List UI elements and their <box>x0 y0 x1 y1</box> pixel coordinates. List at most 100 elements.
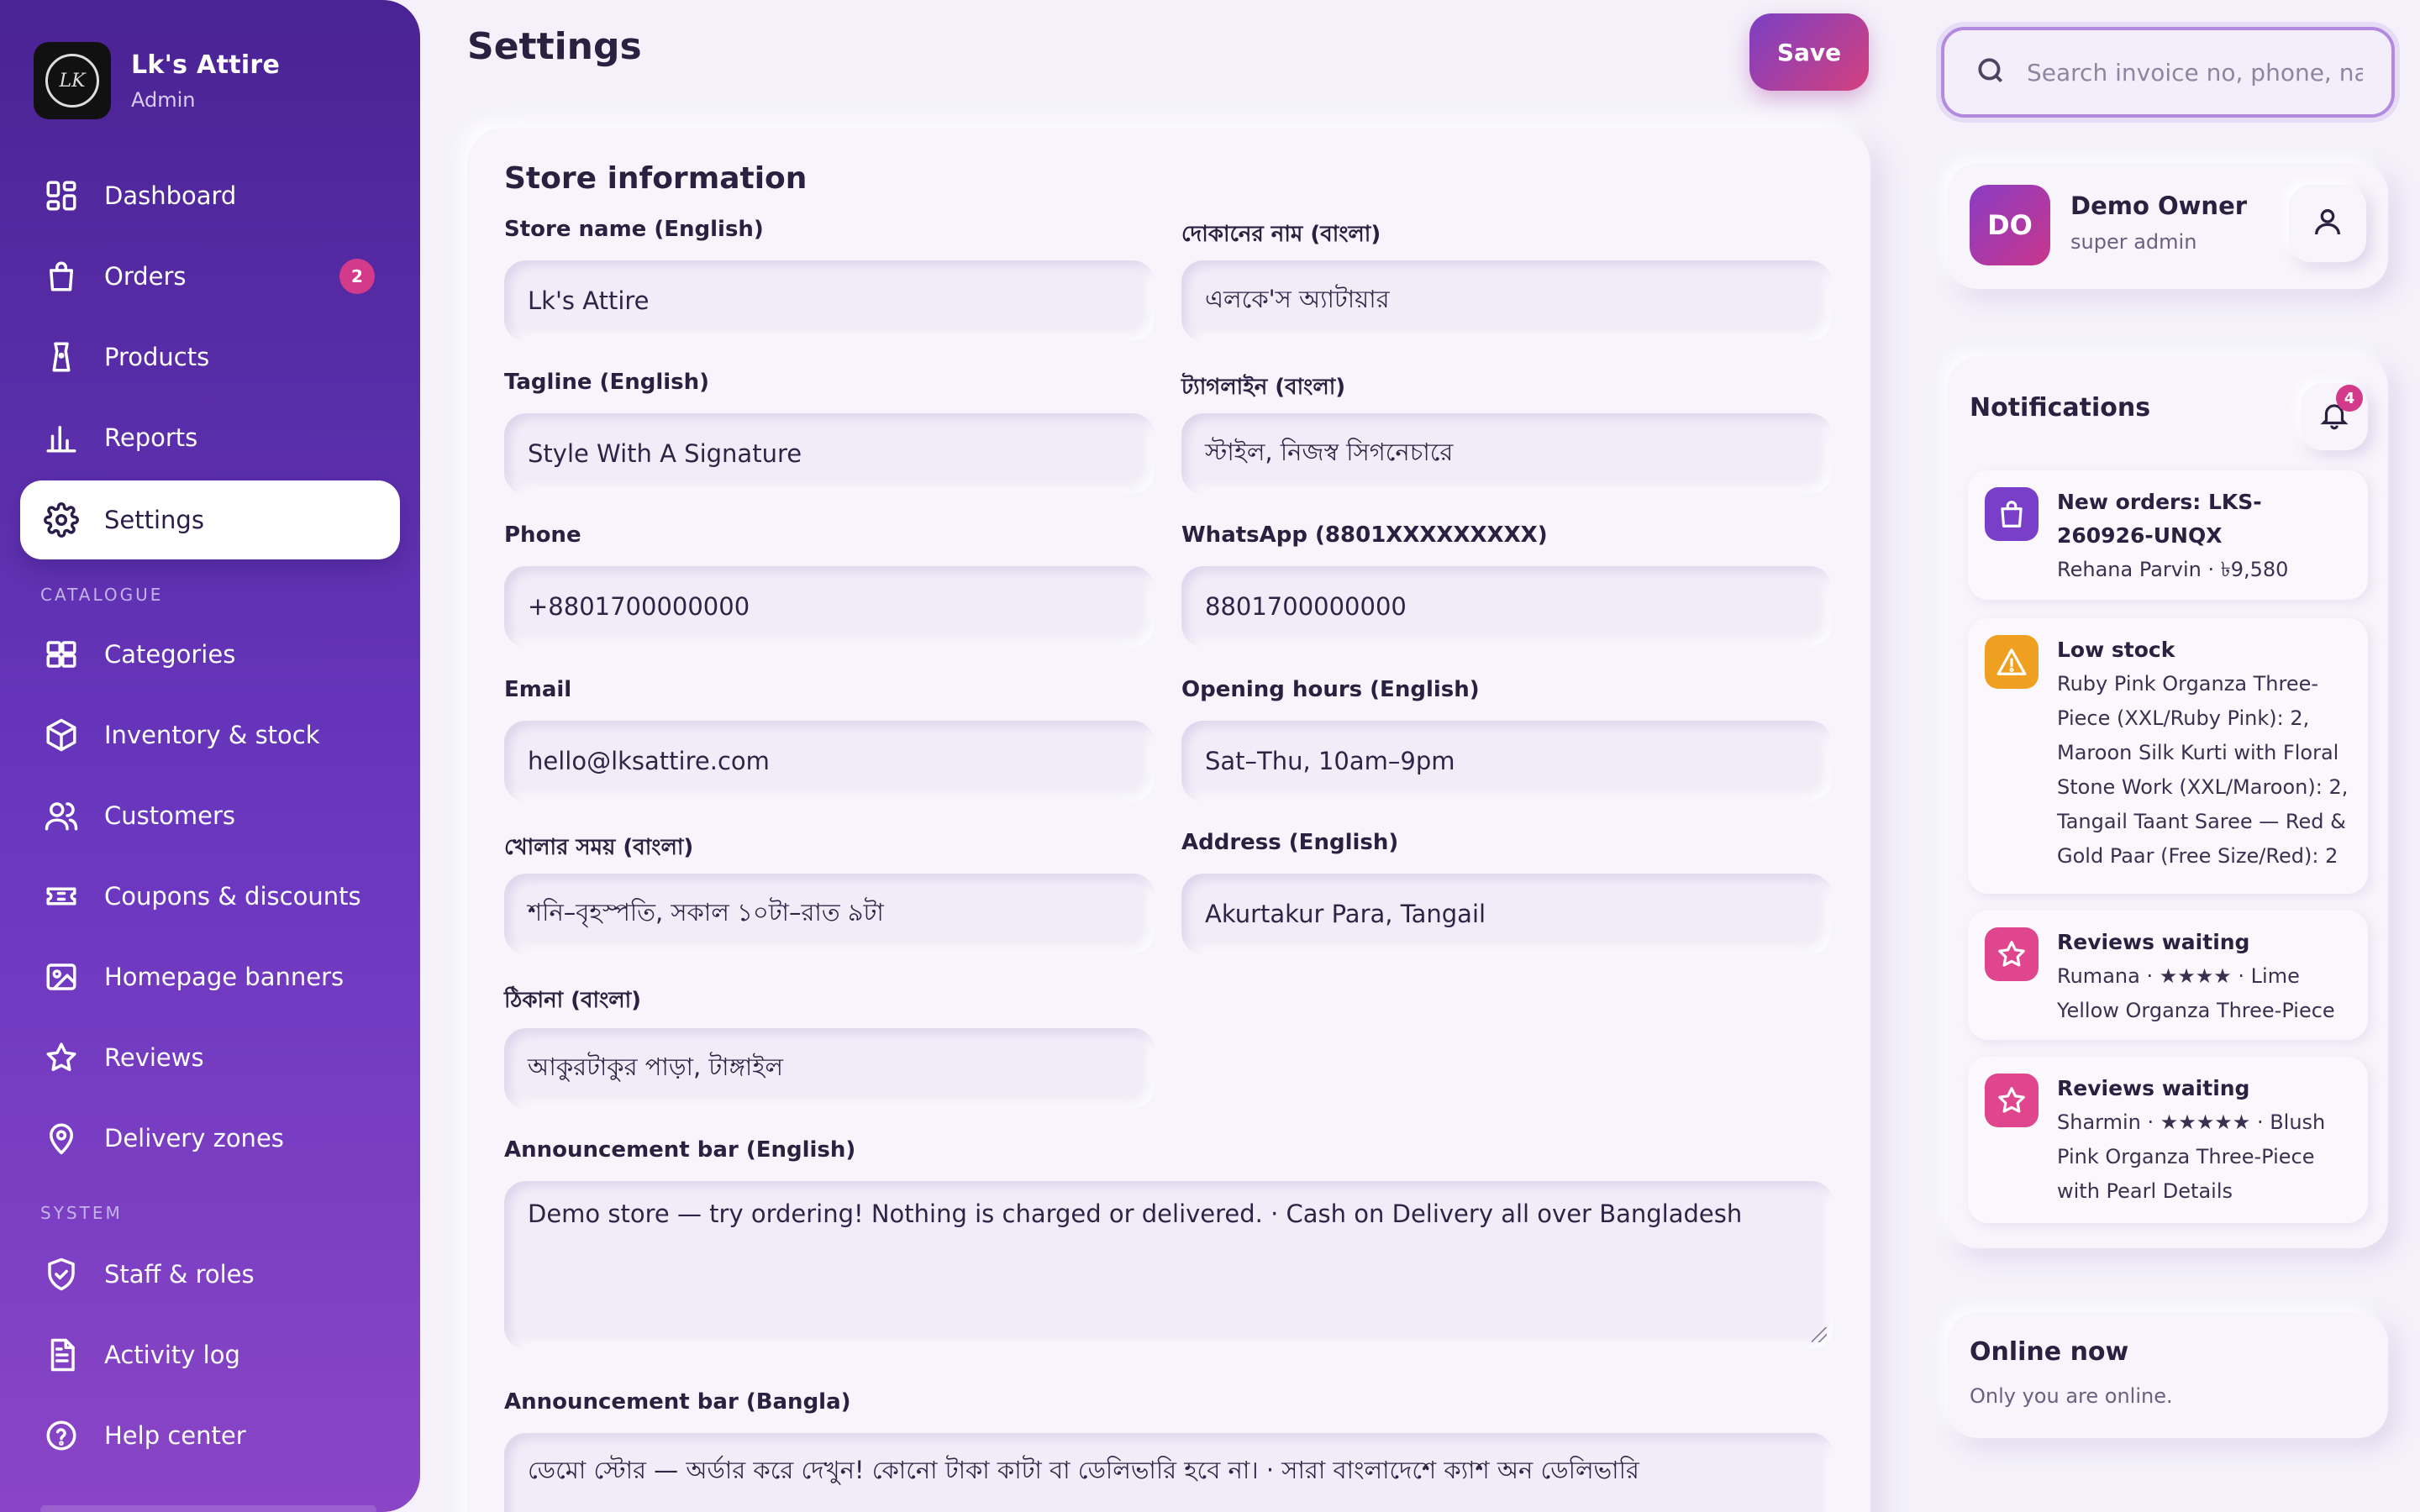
announcement-bn-value: ডেমো স্টোর — অর্ডার করে দেখুন! কোনো টাকা… <box>528 1456 1639 1484</box>
sidebar-item-customers[interactable]: Customers <box>20 776 400 855</box>
sidebar-item-label: Coupons & discounts <box>104 882 361 911</box>
sidebar-item-reports[interactable]: Reports <box>20 398 400 477</box>
sidebar-item-activity-log[interactable]: Activity log <box>20 1315 400 1394</box>
address-bn-label: ঠিকানা (বাংলা) <box>504 988 642 1013</box>
sidebar-item-banners[interactable]: Homepage banners <box>20 937 400 1016</box>
announcement-en-label: Announcement bar (English) <box>504 1137 856 1163</box>
notification-item[interactable]: New orders: LKS-260926-UNQX Rehana Parvi… <box>1968 470 2368 600</box>
star-icon <box>1985 1074 2039 1127</box>
users-icon <box>42 796 81 835</box>
hours-bn-input[interactable]: শনি–বৃহস্পতি, সকাল ১০টা–রাত ৯টা <box>504 874 1155 954</box>
store-name-bn-input[interactable]: এলকে'স অ্যাটায়ার <box>1181 260 1832 341</box>
shopping-bag-icon <box>1985 487 2039 541</box>
phone-input[interactable]: +8801700000000 <box>504 566 1155 647</box>
sidebar-item-dashboard[interactable]: Dashboard <box>20 156 400 235</box>
search-box[interactable]: Search invoice no, phone, name <box>1941 27 2395 118</box>
notification-text: Rumana · ★★★★ · Lime Yellow Organza Thre… <box>2057 964 2335 1022</box>
sidebar-item-label: Inventory & stock <box>104 721 320 749</box>
address-en-input[interactable]: Akurtakur Para, Tangail <box>1181 874 1832 954</box>
store-name-en-input[interactable]: Lk's Attire <box>504 260 1155 341</box>
online-now-title: Online now <box>1970 1337 2129 1367</box>
notification-text: Sharmin · ★★★★★ · Blush Pink Organza Thr… <box>2057 1110 2326 1203</box>
shield-icon <box>42 1255 81 1294</box>
nav-section-catalogue: CATALOGUE <box>40 585 164 605</box>
sidebar-item-help-center[interactable]: Help center <box>20 1396 400 1475</box>
search-input[interactable]: Search invoice no, phone, name <box>2027 59 2363 87</box>
sidebar-item-coupons[interactable]: Coupons & discounts <box>20 857 400 936</box>
announcement-en-value: Demo store — try ordering! Nothing is ch… <box>528 1200 1743 1228</box>
notifications-panel: Notifications 4 New orders: LKS-260926-U… <box>1948 356 2388 1248</box>
sidebar-item-label: Delivery zones <box>104 1124 284 1152</box>
notifications-button[interactable]: 4 <box>2301 383 2368 450</box>
resize-handle[interactable] <box>1812 1327 1827 1342</box>
sidebar-item-settings[interactable]: Settings <box>20 480 400 559</box>
announcement-en-textarea[interactable]: Demo store — try ordering! Nothing is ch… <box>504 1181 1833 1349</box>
tagline-en-label: Tagline (English) <box>504 370 710 395</box>
address-bn-input[interactable]: আকুরটাকুর পাড়া, টাঙ্গাইল <box>504 1028 1155 1109</box>
sidebar-item-label: Reports <box>104 423 198 452</box>
sidebar-item-label: Reviews <box>104 1043 204 1072</box>
email-label: Email <box>504 677 572 702</box>
notification-item[interactable]: Reviews waiting Rumana · ★★★★ · Lime Yel… <box>1968 911 2368 1040</box>
brand-name: Lk's Attire <box>131 50 281 80</box>
sidebar-item-orders[interactable]: Orders 2 <box>20 237 400 316</box>
sidebar-item-inventory[interactable]: Inventory & stock <box>20 696 400 774</box>
section-title: Store information <box>504 161 808 196</box>
bar-chart-icon <box>42 418 81 457</box>
user-icon <box>2311 205 2344 242</box>
notification-item[interactable]: Reviews waiting Sharmin · ★★★★★ · Blush … <box>1968 1057 2368 1223</box>
ticket-icon <box>42 877 81 916</box>
notification-text: Rehana Parvin · ৳9,580 <box>2057 558 2289 581</box>
sidebar-item-label: Orders <box>104 262 187 291</box>
star-icon <box>1985 927 2039 981</box>
grid-icon <box>42 635 81 674</box>
tagline-en-input[interactable]: Style With A Signature <box>504 413 1155 494</box>
whatsapp-input[interactable]: 8801700000000 <box>1181 566 1832 647</box>
email-input[interactable]: hello@lksattire.com <box>504 721 1155 801</box>
notification-title: Low stock <box>2057 638 2175 662</box>
sidebar-item-categories[interactable]: Categories <box>20 615 400 694</box>
sidebar-item-label: Products <box>104 343 210 371</box>
sidebar-item-label: Help center <box>104 1421 246 1450</box>
notification-title: New orders: LKS-260926-UNQX <box>2057 490 2262 548</box>
orders-count-badge: 2 <box>339 259 375 294</box>
notification-title: Reviews waiting <box>2057 1076 2250 1100</box>
profile-button[interactable] <box>2289 185 2366 262</box>
whatsapp-label: WhatsApp (8801XXXXXXXXX) <box>1181 522 1548 548</box>
star-icon <box>42 1038 81 1077</box>
avatar: DO <box>1970 185 2050 265</box>
nav-section-system: SYSTEM <box>40 1203 123 1223</box>
sidebar-item-label: Homepage banners <box>104 963 345 991</box>
sidebar-item-label: Staff & roles <box>104 1260 255 1289</box>
notification-title: Reviews waiting <box>2057 930 2250 954</box>
announcement-bn-textarea[interactable]: ডেমো স্টোর — অর্ডার করে দেখুন! কোনো টাকা… <box>504 1433 1833 1512</box>
sidebar-item-staff-roles[interactable]: Staff & roles <box>20 1235 400 1314</box>
notifications-count-badge: 4 <box>2336 385 2363 412</box>
sidebar-item-products[interactable]: Products <box>20 318 400 396</box>
sidebar-item-label: Dashboard <box>104 181 237 210</box>
user-card: DO Demo Owner super admin <box>1948 163 2388 289</box>
sidebar-item-label: Activity log <box>104 1341 240 1369</box>
notifications-title: Notifications <box>1970 393 2151 423</box>
sidebar-item-delivery-zones[interactable]: Delivery zones <box>20 1099 400 1178</box>
store-information-card: Store information Store name (English) L… <box>467 128 1870 1512</box>
hours-bn-label: খোলার সময় (বাংলা) <box>504 835 694 860</box>
save-button[interactable]: Save <box>1749 13 1869 91</box>
map-pin-icon <box>42 1119 81 1158</box>
tagline-bn-input[interactable]: স্টাইল, নিজস্ব সিগনেচারে <box>1181 413 1832 494</box>
store-name-bn-label: দোকানের নাম (বাংলা) <box>1181 222 1381 247</box>
notification-item[interactable]: Low stock Ruby Pink Organza Three-Piece … <box>1968 618 2368 894</box>
sidebar: LK Lk's Attire Admin Dashboard Orders 2 <box>0 0 420 1512</box>
page-title: Settings <box>467 25 642 68</box>
sidebar-scroll-edge <box>40 1505 376 1512</box>
gear-icon <box>42 501 81 539</box>
brand-logo: LK <box>34 42 111 119</box>
announcement-bn-label: Announcement bar (Bangla) <box>504 1389 851 1415</box>
brand[interactable]: LK Lk's Attire Admin <box>34 42 280 119</box>
sidebar-item-label: Settings <box>104 506 204 534</box>
help-icon <box>42 1416 81 1455</box>
user-role: super admin <box>2070 230 2197 254</box>
sidebar-item-reviews[interactable]: Reviews <box>20 1018 400 1097</box>
hours-en-input[interactable]: Sat–Thu, 10am–9pm <box>1181 721 1832 801</box>
store-name-en-label: Store name (English) <box>504 217 764 242</box>
